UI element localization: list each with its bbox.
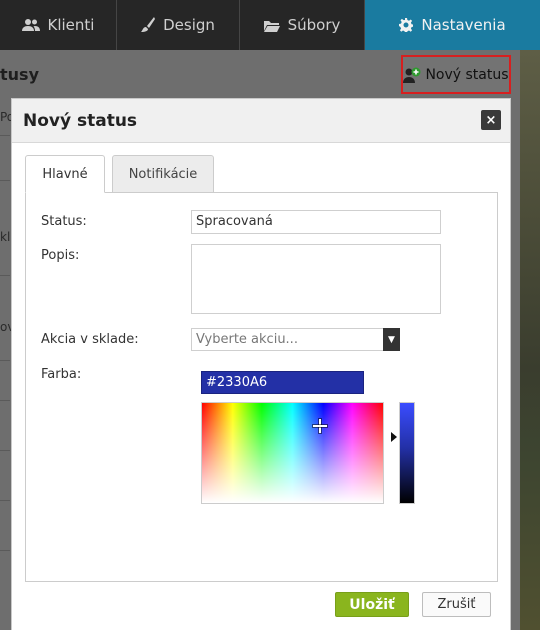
- brush-icon: [141, 17, 156, 32]
- color-hex-input[interactable]: #2330A6: [201, 371, 364, 394]
- color-picker-area[interactable]: [201, 402, 384, 504]
- row-divider: [0, 275, 10, 276]
- nav-tab-label: Súbory: [287, 16, 341, 34]
- gear-icon: [399, 18, 414, 32]
- row-divider: [0, 360, 10, 361]
- row-divider: [0, 400, 10, 401]
- tab-hlavne[interactable]: Hlavné: [25, 155, 105, 193]
- users-icon: [21, 19, 40, 31]
- status-label: Status:: [41, 214, 87, 229]
- save-button[interactable]: Uložiť: [335, 592, 409, 617]
- row-divider: [0, 450, 10, 451]
- description-textarea[interactable]: [191, 244, 441, 314]
- stock-action-label: Akcia v sklade:: [41, 332, 139, 347]
- nav-tab-label: Design: [163, 16, 215, 34]
- tab-panel-hlavne: Status: Spracovaná Popis: Akcia v sklade…: [25, 192, 498, 582]
- new-status-dialog: Nový status × Hlavné Notifikácie Status:…: [11, 98, 511, 630]
- nav-tab-label: Klienti: [47, 16, 95, 34]
- nav-tab-design[interactable]: Design: [117, 0, 240, 50]
- new-status-label: Nový status: [425, 66, 509, 83]
- row-divider: [0, 550, 10, 551]
- color-label: Farba:: [41, 367, 82, 382]
- row-divider: [0, 180, 10, 181]
- crosshair-icon[interactable]: [313, 419, 327, 433]
- nav-tab-nastavenia[interactable]: Nastavenia: [365, 0, 540, 50]
- tab-notifikacie[interactable]: Notifikácie: [112, 155, 214, 193]
- nav-tab-subory[interactable]: Súbory: [240, 0, 365, 50]
- chevron-down-icon[interactable]: ▼: [383, 328, 400, 351]
- top-navigation: Klienti Design Súbory Nastavenia: [0, 0, 540, 50]
- new-status-button[interactable]: Nový status: [401, 55, 511, 94]
- cancel-button[interactable]: Zrušiť: [422, 592, 491, 617]
- description-label: Popis:: [41, 248, 80, 263]
- nav-tab-label: Nastavenia: [421, 16, 506, 34]
- dialog-titlebar: Nový status ×: [12, 99, 510, 143]
- close-icon[interactable]: ×: [481, 110, 501, 130]
- row-divider: [0, 135, 10, 136]
- status-input[interactable]: Spracovaná: [191, 210, 441, 234]
- row-divider: [0, 500, 10, 501]
- page-heading: tusy: [0, 65, 39, 84]
- stock-action-select[interactable]: Vyberte akciu...: [191, 328, 400, 351]
- brightness-marker-icon[interactable]: [391, 432, 397, 442]
- brightness-slider[interactable]: [399, 402, 415, 504]
- folder-icon: [263, 20, 280, 32]
- add-user-icon: [403, 67, 421, 83]
- nav-tab-klienti[interactable]: Klienti: [0, 0, 117, 50]
- background-image: [520, 50, 540, 630]
- dialog-title: Nový status: [23, 111, 138, 131]
